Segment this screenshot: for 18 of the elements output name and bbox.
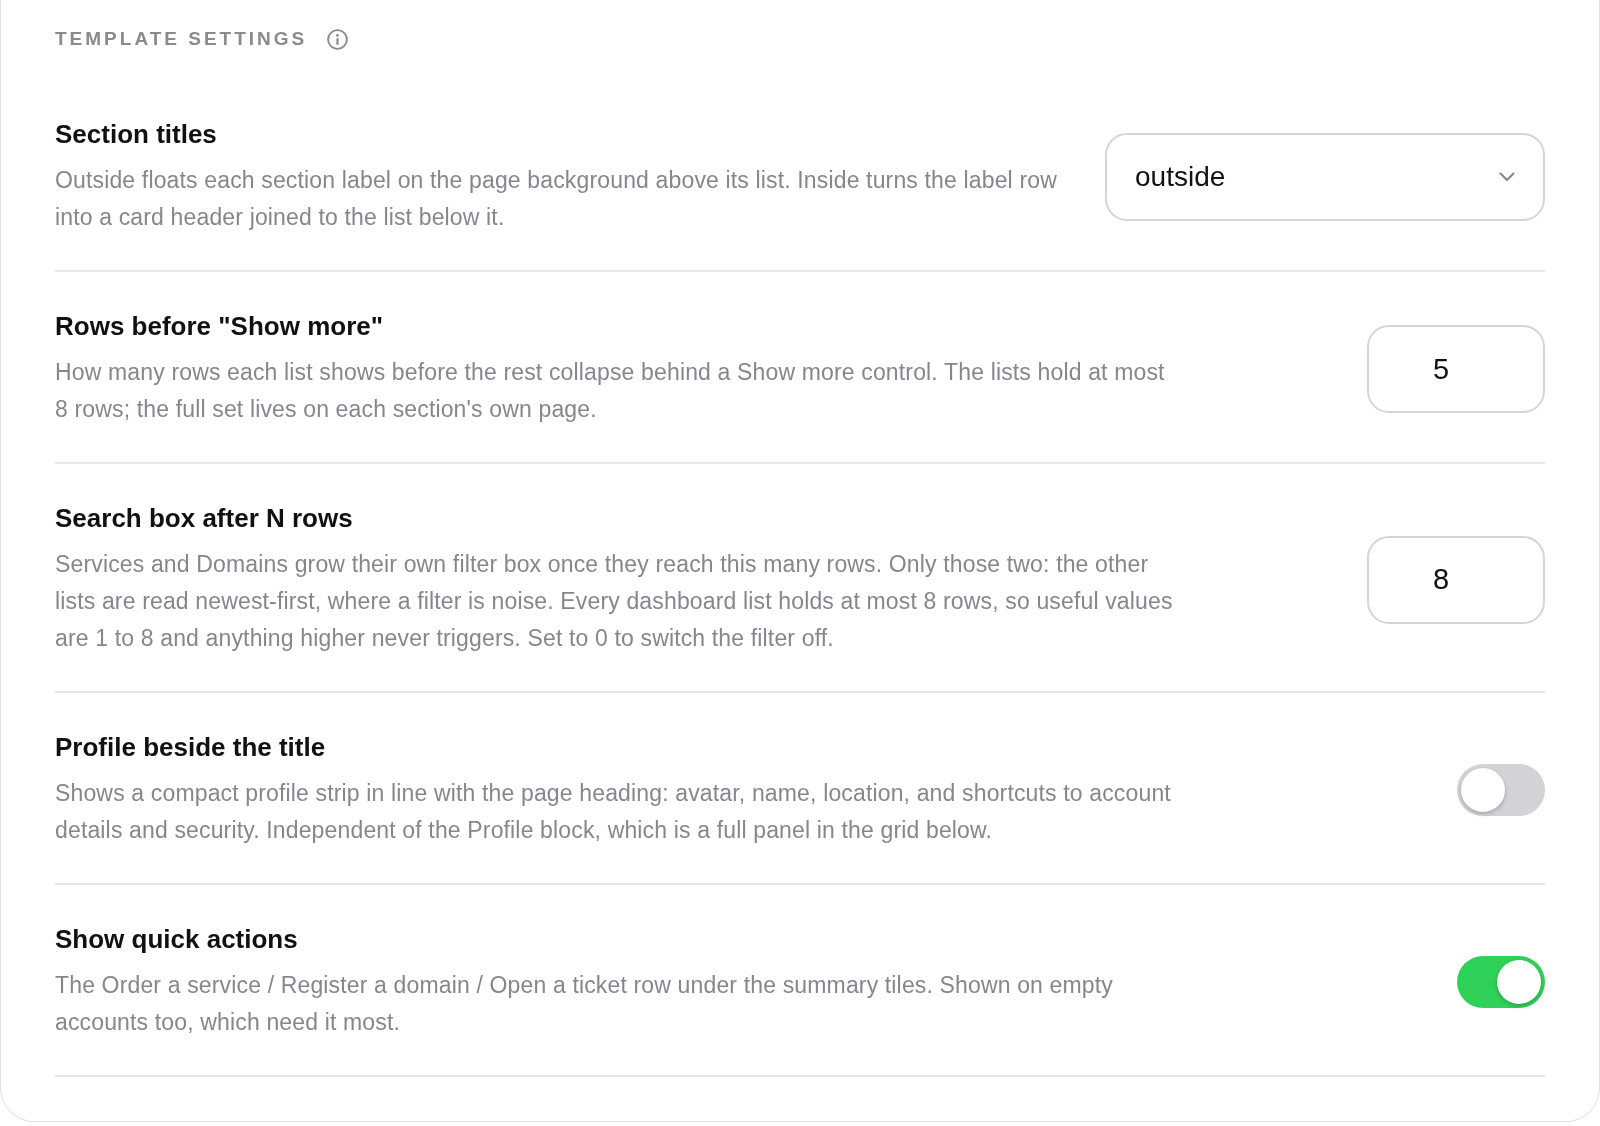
number-field[interactable]: 8 [1367, 535, 1545, 624]
panel-heading: TEMPLATE SETTINGS [55, 27, 308, 51]
info-icon[interactable] [327, 28, 349, 50]
setting-title: Show quick actions [55, 923, 299, 955]
setting-title: Rows before "Show more" [55, 310, 385, 342]
setting-description: The Order a service / Register a domain / Open a ticket row under the summary tiles. Shown on empty accounts too, which need it most. [55, 971, 1114, 1037]
number-field[interactable]: 5 [1367, 325, 1545, 413]
setting-title: Search box after N rows [55, 502, 354, 534]
toggle-switch[interactable] [1457, 764, 1545, 816]
setting-title: Profile beside the title [55, 731, 327, 763]
chevron-down-icon [1499, 172, 1515, 182]
setting-description: Outside floats each section label on the page background above its list. Inside turns the label row into a card header joined to the list below it. [55, 166, 1058, 232]
setting-title: Section titles [55, 118, 218, 150]
toggle-switch[interactable] [1457, 956, 1545, 1008]
setting-description: Services and Domains grow their own filter box once they reach this many rows. Only those two: the other lists are read newest-first, where a filter is noise. Every dashboard list holds at most 8 rows, so useful values are 1 to 8 and anything higher never triggers. Set to 0 to switch the filter off. [55, 550, 1174, 653]
select-dropdown[interactable]: outside [1105, 133, 1545, 221]
setting-description: Shows a compact profile strip in line with the page heading: avatar, name, location, and shortcuts to account details and security. Independent of the Profile block, which is a full panel in the grid below. [55, 779, 1172, 845]
setting-description: How many rows each list shows before the rest collapse behind a Show more control. The lists hold at most 8 rows; the full set lives on each section's own page. [55, 358, 1166, 424]
